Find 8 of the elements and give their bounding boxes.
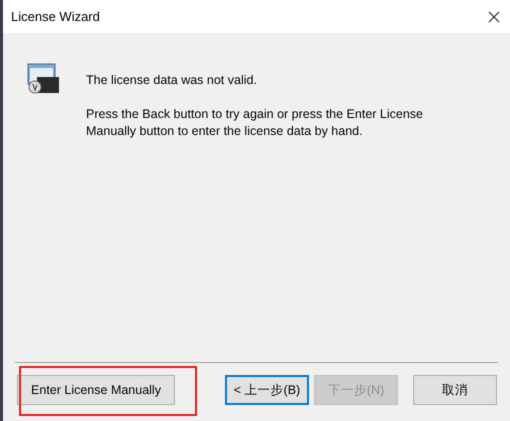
message-heading: The license data was not valid. — [86, 72, 258, 89]
wizard-button[interactable]: 取消 — [413, 375, 497, 405]
message-text: Press the Back button to try again or press the Enter License Manually button to enter the license data by hand. — [86, 106, 424, 140]
wizard-button[interactable]: < 上一步(B) — [225, 375, 309, 405]
license-window-icon — [27, 63, 60, 95]
close-icon[interactable] — [488, 10, 500, 22]
wizard-button[interactable]: Enter License Manually — [17, 375, 175, 405]
window-title: License Wizard — [11, 8, 100, 26]
